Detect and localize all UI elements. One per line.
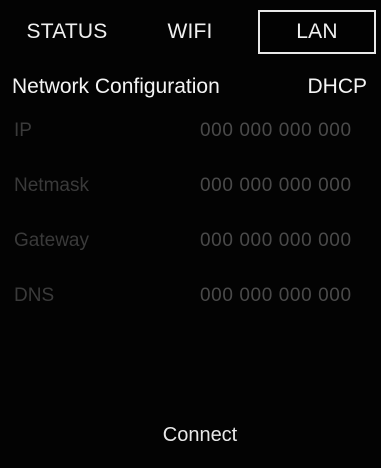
ip-label: IP [14, 120, 32, 141]
ip-row: IP 000 000 000 000 [0, 116, 381, 146]
connect-button[interactable]: Connect [120, 418, 280, 452]
dhcp-mode-selector[interactable]: DHCP [307, 70, 367, 104]
gateway-label: Gateway [14, 230, 89, 251]
dns-field[interactable]: 000 000 000 000 [200, 281, 378, 311]
dns-row: DNS 000 000 000 000 [0, 281, 381, 311]
netmask-field[interactable]: 000 000 000 000 [200, 171, 378, 201]
netmask-row: Netmask 000 000 000 000 [0, 171, 381, 201]
ip-field[interactable]: 000 000 000 000 [200, 116, 378, 146]
tab-wifi[interactable]: WIFI [140, 10, 240, 54]
tab-lan[interactable]: LAN [258, 10, 376, 54]
tab-status[interactable]: STATUS [12, 10, 122, 54]
network-configuration-label: Network Configuration [12, 75, 220, 98]
network-configuration-row: Network Configuration DHCP [0, 70, 381, 104]
lan-settings-screen: STATUS WIFI LAN Network Configuration DH… [0, 0, 381, 468]
netmask-label: Netmask [14, 175, 89, 196]
gateway-row: Gateway 000 000 000 000 [0, 226, 381, 256]
gateway-field[interactable]: 000 000 000 000 [200, 226, 378, 256]
tab-bar: STATUS WIFI LAN [0, 10, 381, 54]
dns-label: DNS [14, 285, 55, 306]
